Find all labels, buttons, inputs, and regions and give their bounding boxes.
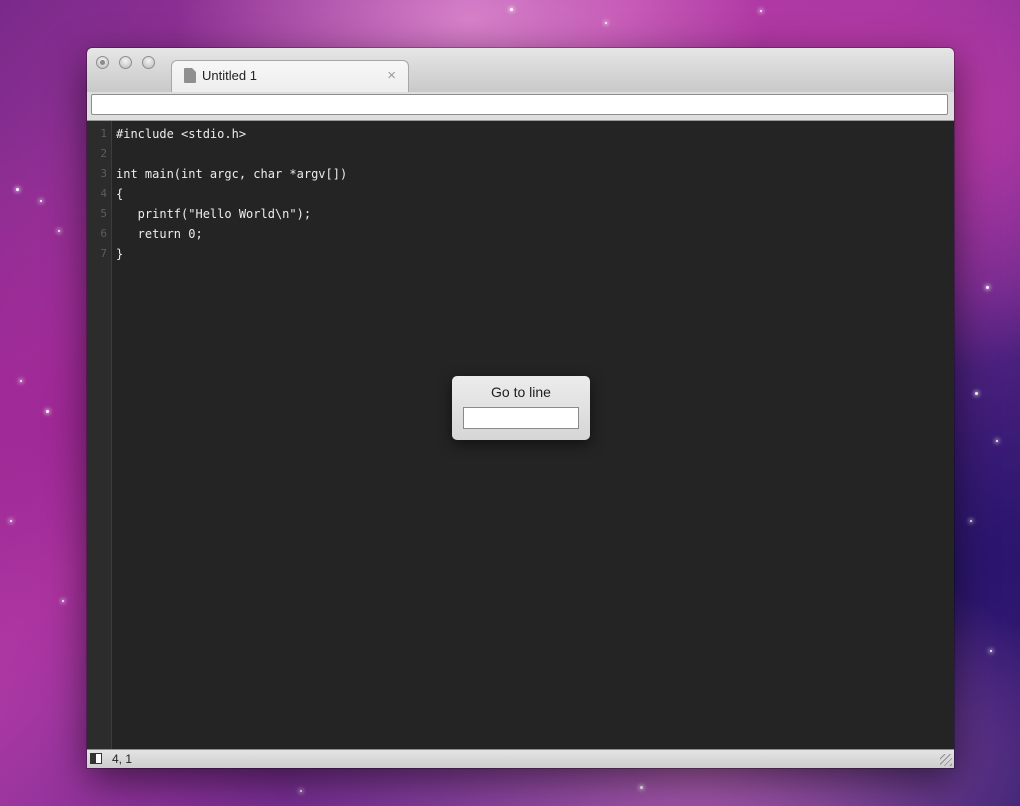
resize-grip-icon[interactable] [940, 754, 952, 766]
star [605, 22, 607, 24]
title-bar[interactable]: Untitled 1 × [87, 48, 954, 93]
desktop-wallpaper: Untitled 1 × 1 2 3 4 5 6 7 #include <std… [0, 0, 1020, 806]
star [20, 380, 22, 382]
path-bar-field[interactable] [91, 94, 948, 115]
sidebar-toggle-icon[interactable] [90, 753, 102, 764]
star [58, 230, 60, 232]
star [760, 10, 762, 12]
star [510, 8, 513, 11]
star [40, 200, 42, 202]
tab-close-icon[interactable]: × [387, 66, 396, 86]
tab-title: Untitled 1 [202, 68, 257, 83]
tab-untitled-1[interactable]: Untitled 1 × [171, 60, 409, 93]
code-line[interactable]: { [116, 184, 123, 204]
status-bar: 4, 1 [87, 749, 954, 768]
line-number: 7 [100, 247, 107, 260]
document-icon [184, 68, 196, 83]
star [46, 410, 49, 413]
star [62, 600, 64, 602]
window-close-button[interactable] [96, 56, 109, 69]
go-to-line-title: Go to line [491, 384, 551, 400]
star [970, 520, 972, 522]
window-zoom-button[interactable] [142, 56, 155, 69]
star [640, 786, 643, 789]
path-bar-container [87, 92, 954, 121]
line-number: 1 [100, 127, 107, 140]
code-line[interactable]: return 0; [116, 224, 203, 244]
code-line[interactable]: printf("Hello World\n"); [116, 204, 311, 224]
line-number: 3 [100, 167, 107, 180]
star [300, 790, 302, 792]
cursor-position: 4, 1 [112, 752, 133, 766]
star [996, 440, 998, 442]
go-to-line-dialog: Go to line [452, 376, 590, 440]
go-to-line-input[interactable] [463, 407, 579, 429]
star [986, 286, 989, 289]
line-number: 2 [100, 147, 107, 160]
code-line[interactable]: int main(int argc, char *argv[]) [116, 164, 347, 184]
line-number: 5 [100, 207, 107, 220]
code-line[interactable]: } [116, 244, 123, 264]
code-line[interactable]: #include <stdio.h> [116, 124, 246, 144]
star [16, 188, 19, 191]
star [975, 392, 978, 395]
star [10, 520, 12, 522]
star [990, 650, 992, 652]
line-number: 6 [100, 227, 107, 240]
line-number-gutter: 1 2 3 4 5 6 7 [87, 121, 112, 749]
line-number: 4 [100, 187, 107, 200]
window-minimize-button[interactable] [119, 56, 132, 69]
